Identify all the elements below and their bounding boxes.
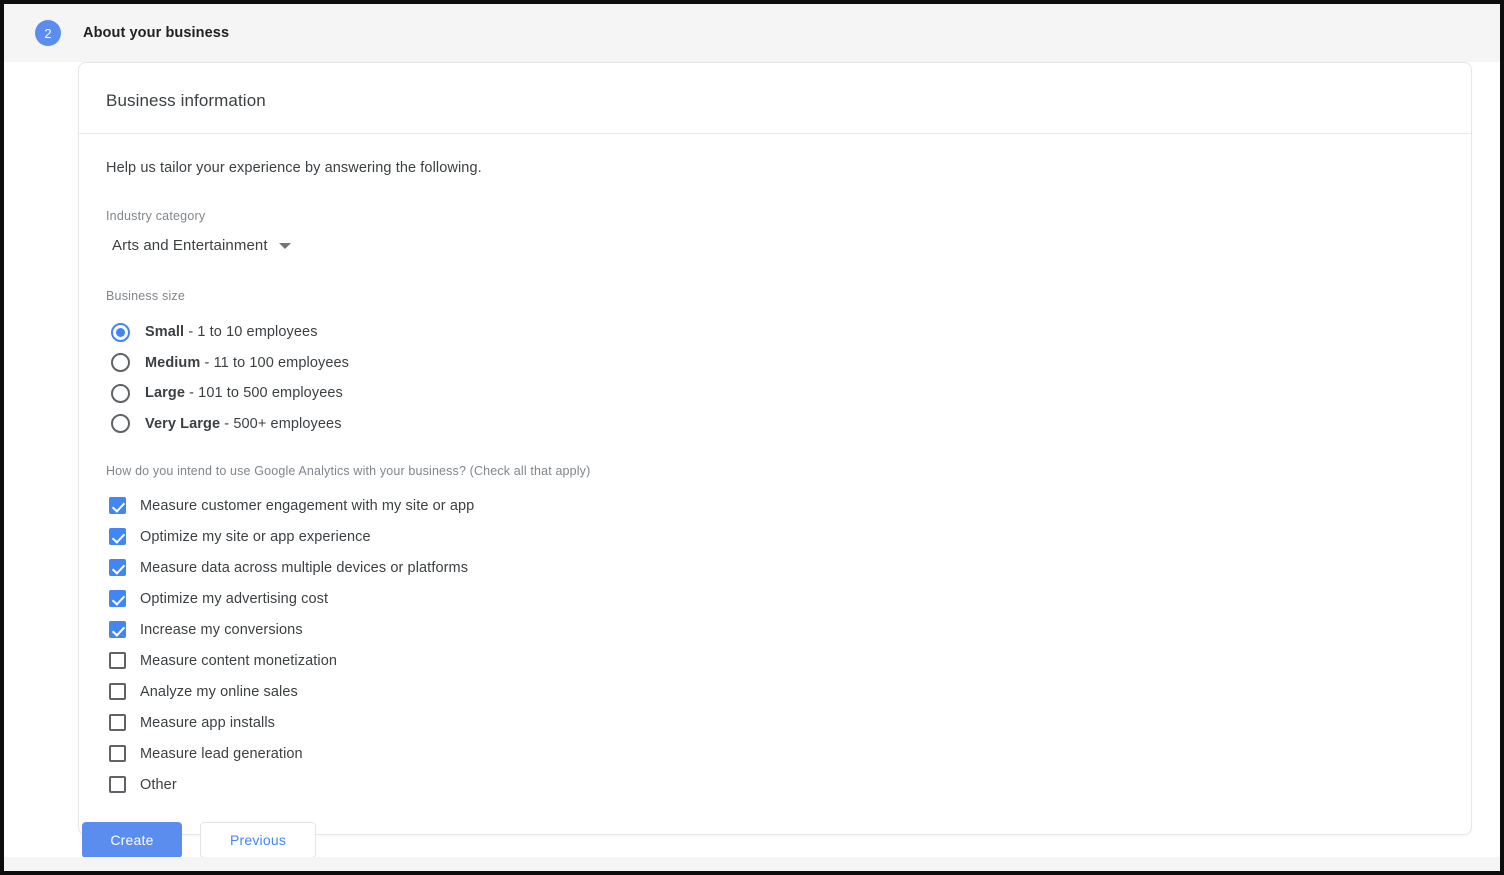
radio-label-name: Small — [145, 324, 185, 341]
radio-icon — [111, 414, 130, 434]
checkbox-label: Analyze my online sales — [140, 683, 298, 700]
business-information-card: Business information Help us tailor your… — [78, 62, 1472, 835]
checkbox-icon — [109, 590, 126, 607]
bottom-strip — [4, 857, 1500, 871]
checkbox-icon — [109, 652, 126, 669]
checkbox-measure-content-monetization[interactable]: Measure content monetization — [106, 645, 1444, 676]
radio-label: Large - 101 to 500 employees — [145, 385, 343, 401]
checkbox-icon — [109, 745, 126, 762]
checkbox-icon — [109, 683, 126, 700]
checkbox-label: Measure app installs — [140, 714, 275, 731]
onboarding-screen: 2 About your business Business informati… — [0, 0, 1504, 875]
industry-category-value: Arts and Entertainment — [112, 237, 268, 254]
radio-business-size-small[interactable]: Small - 1 to 10 employees — [106, 317, 1444, 348]
checkbox-label: Measure data across multiple devices or … — [140, 559, 469, 576]
checkbox-measure-customer-engagement[interactable]: Measure customer engagement with my site… — [106, 490, 1444, 521]
radio-label-description: - 11 to 100 employees — [200, 354, 350, 371]
create-button[interactable]: Create — [82, 822, 182, 858]
card-title: Business information — [106, 91, 266, 110]
radio-label: Medium - 11 to 100 employees — [145, 355, 349, 371]
card-body: Help us tailor your experience by answer… — [79, 134, 1471, 834]
radio-business-size-medium[interactable]: Medium - 11 to 100 employees — [106, 348, 1444, 379]
checkbox-analyze-online-sales[interactable]: Analyze my online sales — [106, 676, 1444, 707]
radio-label-description: - 101 to 500 employees — [185, 385, 343, 402]
checkbox-icon — [109, 528, 126, 545]
checkbox-label: Measure content monetization — [140, 652, 338, 669]
checkbox-label: Increase my conversions — [140, 621, 303, 638]
radio-label: Small - 1 to 10 employees — [145, 324, 318, 340]
radio-icon — [111, 383, 130, 403]
checkbox-icon — [109, 714, 126, 731]
radio-label: Very Large - 500+ employees — [145, 416, 342, 432]
radio-label-name: Medium — [145, 354, 201, 371]
checkbox-label: Optimize my advertising cost — [140, 590, 329, 607]
form-actions: Create Previous — [82, 822, 316, 858]
radio-label-name: Large — [145, 385, 185, 402]
checkbox-measure-data-across-devices[interactable]: Measure data across multiple devices or … — [106, 552, 1444, 583]
radio-label-description: - 1 to 10 employees — [184, 324, 318, 341]
chevron-down-icon — [278, 242, 291, 249]
step-header: 2 About your business — [4, 4, 1500, 62]
checkbox-label: Optimize my site or app experience — [140, 528, 371, 545]
checkbox-label: Measure customer engagement with my site… — [140, 497, 475, 514]
checkbox-label: Other — [140, 776, 177, 793]
step-number-badge: 2 — [35, 20, 61, 46]
radio-business-size-large[interactable]: Large - 101 to 500 employees — [106, 378, 1444, 409]
industry-category-select[interactable]: Arts and Entertainment — [112, 237, 291, 254]
checkbox-measure-lead-generation[interactable]: Measure lead generation — [106, 738, 1444, 769]
checkbox-optimize-advertising-cost[interactable]: Optimize my advertising cost — [106, 583, 1444, 614]
checkbox-measure-app-installs[interactable]: Measure app installs — [106, 707, 1444, 738]
checkbox-label: Measure lead generation — [140, 745, 303, 762]
radio-label-name: Very Large — [145, 415, 221, 432]
radio-label-description: - 500+ employees — [220, 415, 342, 432]
intent-question: How do you intend to use Google Analytic… — [106, 464, 591, 478]
intro-text: Help us tailor your experience by answer… — [106, 160, 482, 176]
business-size-label: Business size — [106, 289, 186, 303]
checkbox-icon — [109, 621, 126, 638]
radio-business-size-very-large[interactable]: Very Large - 500+ employees — [106, 409, 1444, 440]
industry-category-label: Industry category — [106, 209, 206, 223]
radio-icon — [111, 322, 130, 342]
checkbox-icon — [109, 559, 126, 576]
checkbox-icon — [109, 776, 126, 793]
checkbox-increase-conversions[interactable]: Increase my conversions — [106, 614, 1444, 645]
step-title: About your business — [83, 25, 230, 41]
checkbox-optimize-site-experience[interactable]: Optimize my site or app experience — [106, 521, 1444, 552]
checkbox-other[interactable]: Other — [106, 769, 1444, 800]
checkbox-icon — [109, 497, 126, 514]
previous-button[interactable]: Previous — [200, 822, 316, 858]
radio-icon — [111, 353, 130, 373]
